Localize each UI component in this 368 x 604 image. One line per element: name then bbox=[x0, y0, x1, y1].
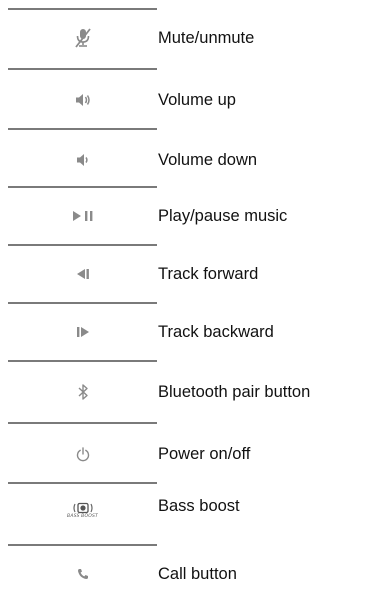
control-label: Power on/off bbox=[158, 444, 251, 463]
bass-boost-icon bbox=[72, 502, 94, 514]
control-label: Volume up bbox=[158, 90, 236, 109]
volume-up-icon bbox=[75, 93, 91, 107]
track-forward-icon bbox=[76, 268, 90, 280]
icon-cell bbox=[8, 8, 157, 68]
control-row-power: Power on/off bbox=[0, 422, 368, 482]
icon-cell bbox=[8, 186, 157, 246]
bluetooth-icon bbox=[77, 383, 89, 401]
controls-legend: { "controls": [ {"icon": "mute-mic-icon"… bbox=[0, 0, 368, 604]
icon-cell bbox=[8, 362, 157, 422]
control-label: Bass boost bbox=[158, 496, 240, 515]
control-label: Play/pause music bbox=[158, 206, 288, 225]
control-row-track-forward: Track forward bbox=[0, 244, 368, 304]
icon-cell: BASS BOOST bbox=[8, 480, 157, 540]
control-row-call: Call button bbox=[0, 544, 368, 604]
control-row-mute: Mute/unmute bbox=[0, 8, 368, 68]
control-label: Volume down bbox=[158, 150, 258, 169]
control-row-bass-boost: BASS BOOST Bass boost bbox=[0, 482, 368, 542]
control-label: Mute/unmute bbox=[158, 28, 255, 47]
icon-cell bbox=[8, 544, 157, 604]
control-label: Bluetooth pair button bbox=[158, 382, 311, 401]
phone-icon bbox=[77, 568, 89, 580]
power-icon bbox=[76, 446, 90, 462]
control-label: Call button bbox=[158, 564, 237, 583]
icon-cell bbox=[8, 70, 157, 130]
control-row-bluetooth: Bluetooth pair button bbox=[0, 360, 368, 420]
play-pause-icon bbox=[72, 210, 94, 222]
track-backward-icon bbox=[76, 326, 90, 338]
control-row-track-backward: Track backward bbox=[0, 302, 368, 362]
control-row-volume-down: Volume down bbox=[0, 128, 368, 188]
bass-boost-caption: BASS BOOST bbox=[67, 513, 98, 519]
icon-cell bbox=[8, 302, 157, 362]
control-label: Track backward bbox=[158, 322, 274, 341]
icon-cell bbox=[8, 244, 157, 304]
icon-cell bbox=[8, 130, 157, 190]
icon-cell bbox=[8, 424, 157, 484]
control-label: Track forward bbox=[158, 264, 259, 283]
control-row-play-pause: Play/pause music bbox=[0, 186, 368, 246]
control-row-volume-up: Volume up bbox=[0, 68, 368, 128]
mute-mic-icon bbox=[74, 27, 92, 49]
volume-down-icon bbox=[76, 153, 89, 167]
